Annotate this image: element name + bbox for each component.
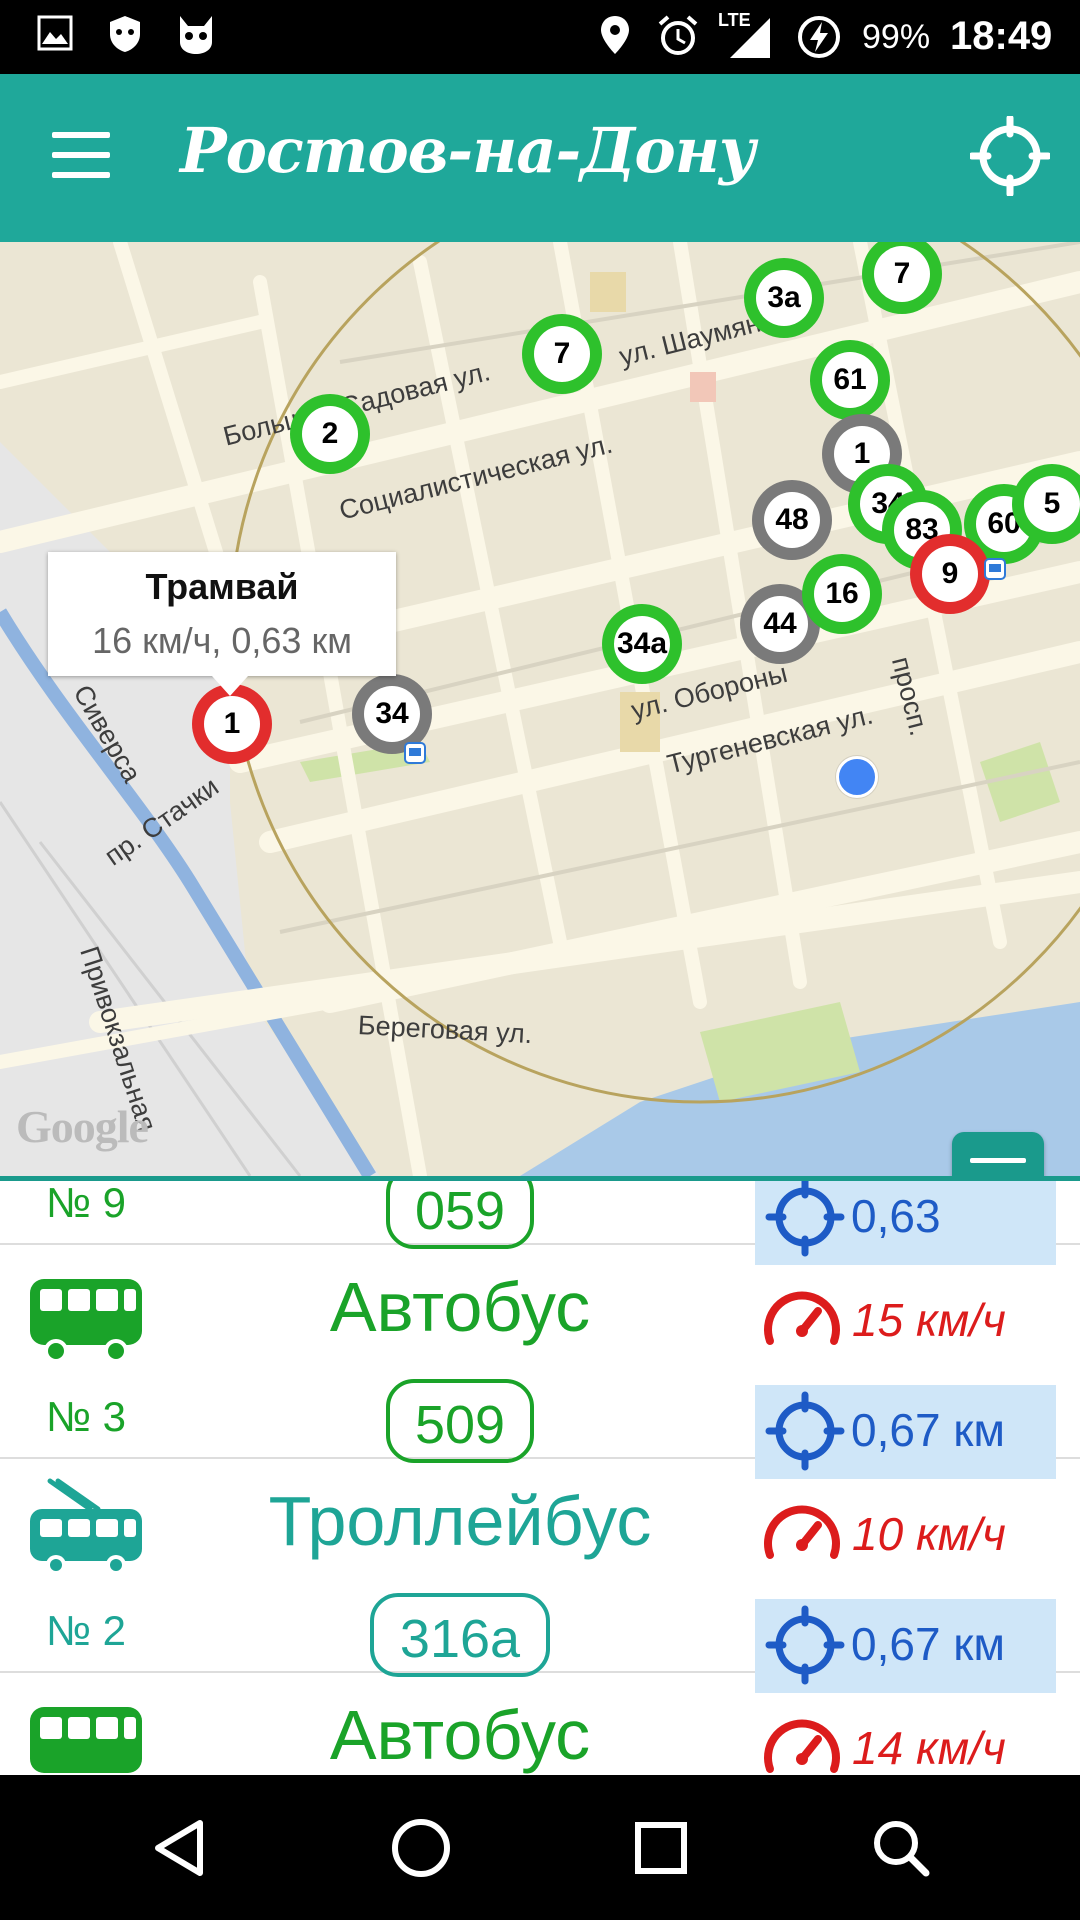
vehicle-marker[interactable]: 7	[520, 312, 604, 396]
vehicle-marker[interactable]: 3а	[742, 256, 826, 340]
vehicle-list[interactable]: № 9 059 0,63 № 3 Автобус 509 15 км/ч 0,6…	[0, 1181, 1080, 1775]
distance-text: 0,67 км	[851, 1404, 1006, 1456]
vehicle-type: Автобус	[329, 1696, 591, 1774]
speed-box: 15 км/ч	[760, 1281, 1080, 1361]
status-bar: LTE 99% 18:49	[0, 0, 1080, 74]
vehicle-marker[interactable]: 16	[800, 552, 884, 636]
tram-stop-icon	[984, 558, 1006, 580]
city-title: Ростов-на-Дону	[180, 114, 756, 187]
battery-charging-icon	[798, 16, 840, 58]
back-triangle-icon[interactable]	[146, 1813, 216, 1883]
info-window-subtitle: 16 км/ч, 0,63 км	[92, 620, 352, 661]
cyanogen-notification-icon	[180, 16, 212, 54]
network-type: LTE	[718, 10, 751, 30]
map-view[interactable]: Большая Садовая ул. ул. Шаумяна Социалис…	[0, 242, 1080, 1176]
recents-square-icon[interactable]	[626, 1813, 696, 1883]
vehicle-type: Троллейбус	[268, 1482, 652, 1560]
speedometer-icon	[764, 1719, 840, 1773]
vehicle-number: № 9	[45, 1181, 127, 1226]
speed-text: 10 км/ч	[852, 1508, 1006, 1560]
speed-box: 10 км/ч	[760, 1495, 1080, 1575]
vehicle-row[interactable]: Автобус 14 км/ч	[0, 1673, 1080, 1775]
vehicle-type: Автобус	[329, 1268, 591, 1346]
google-logo: Google	[16, 1101, 149, 1152]
speed-text: 14 км/ч	[852, 1722, 1006, 1774]
gallery-notification-icon	[37, 15, 73, 51]
vehicle-marker[interactable]: 2	[288, 392, 372, 476]
speed-box: 14 км/ч	[760, 1709, 1080, 1775]
vehicle-row[interactable]: № 2 Троллейбус 316а 10 км/ч 0,67 км	[0, 1459, 1080, 1693]
system-navigation-bar	[0, 1775, 1080, 1920]
vehicle-marker[interactable]: 7	[860, 242, 944, 316]
crosshair-locate-icon[interactable]	[970, 116, 1050, 196]
route-number: 509	[386, 1379, 534, 1463]
home-circle-icon[interactable]	[386, 1813, 456, 1883]
vehicle-marker[interactable]: 34а	[600, 602, 684, 686]
marker-info-window[interactable]: Трамвай 16 км/ч, 0,63 км	[48, 552, 396, 696]
trolleybus-icon	[30, 1478, 142, 1575]
battery-percent: 99%	[862, 18, 931, 56]
vehicle-number: № 3	[45, 1393, 127, 1440]
speedometer-icon	[764, 1291, 840, 1345]
speedometer-icon	[764, 1505, 840, 1559]
vehicle-number: № 2	[45, 1607, 127, 1654]
route-number: 316а	[370, 1593, 550, 1677]
info-window-title: Трамвай	[145, 566, 299, 607]
tram-stop-icon	[404, 742, 426, 764]
search-icon[interactable]	[866, 1813, 936, 1883]
distance-text: 0,63	[851, 1190, 941, 1242]
route-number: 059	[386, 1181, 534, 1249]
vehicle-row[interactable]: № 9 059 0,63	[0, 1181, 1080, 1265]
speed-text: 15 км/ч	[852, 1294, 1006, 1346]
vehicle-marker[interactable]: 5	[1010, 462, 1080, 546]
shield-notification-icon	[110, 16, 140, 52]
bus-icon	[30, 1279, 142, 1363]
location-icon	[601, 16, 629, 54]
app-toolbar: Ростов-на-Дону	[0, 74, 1080, 242]
clock: 18:49	[950, 14, 1053, 58]
vehicle-marker[interactable]: 9	[908, 532, 992, 616]
bus-icon	[30, 1707, 142, 1773]
distance-text: 0,67 км	[851, 1618, 1006, 1670]
vehicle-marker[interactable]: 61	[808, 338, 892, 422]
hamburger-menu-icon[interactable]	[48, 132, 114, 184]
alarm-icon	[658, 15, 698, 55]
vehicle-row[interactable]: № 3 Автобус 509 15 км/ч 0,67 км	[0, 1245, 1080, 1479]
my-location-dot	[836, 756, 878, 798]
